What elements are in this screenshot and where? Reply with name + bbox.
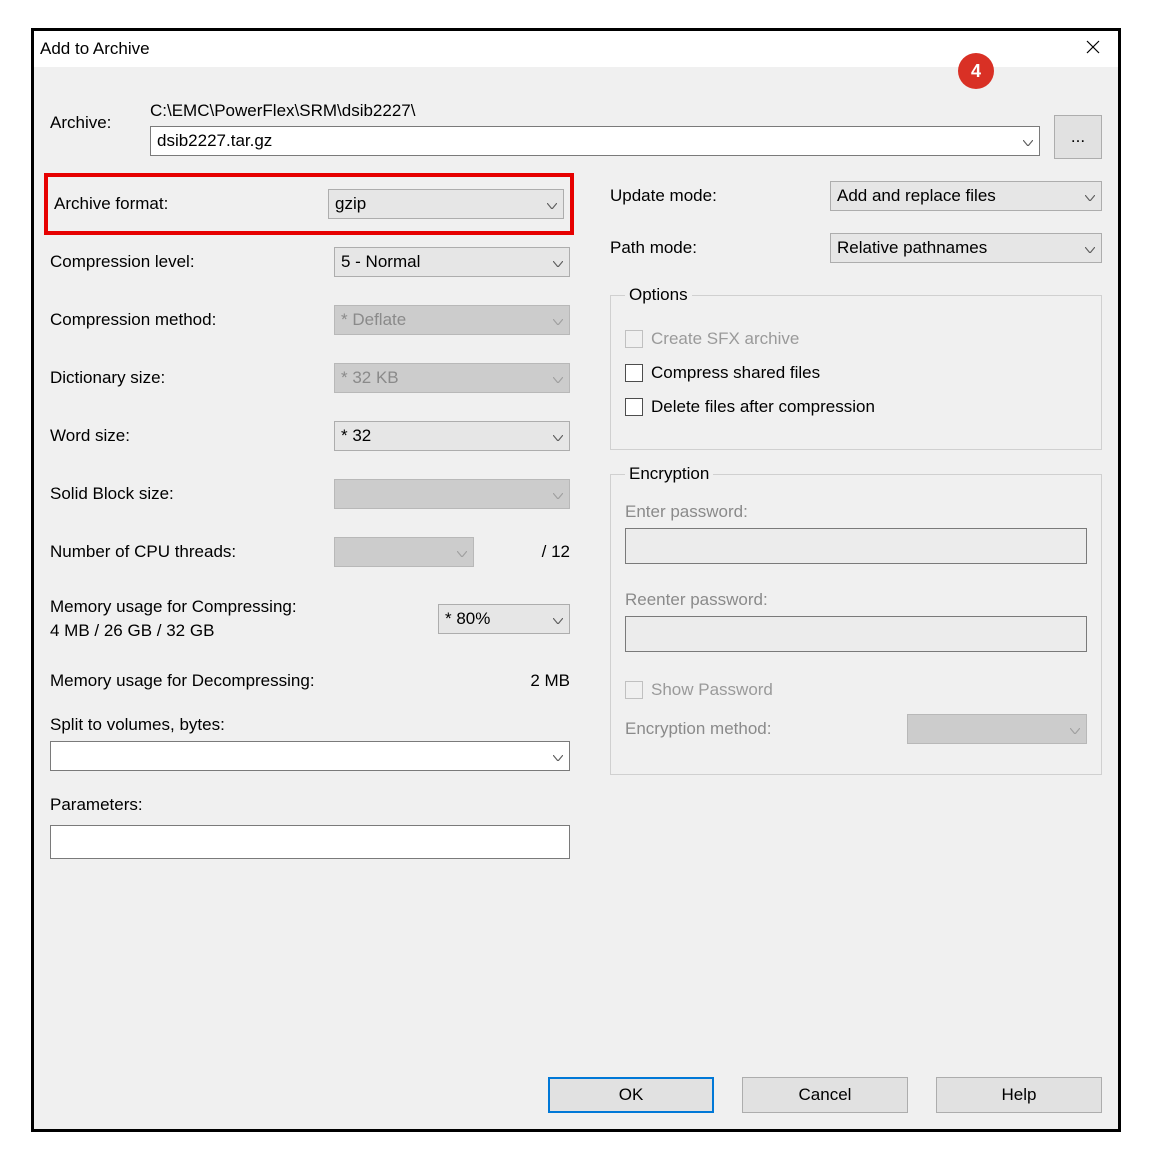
- chevron-down-icon: [553, 484, 563, 504]
- word-size-value: * 32: [341, 426, 563, 446]
- archive-format-combo[interactable]: gzip: [328, 189, 564, 219]
- cpu-threads-combo[interactable]: [334, 537, 474, 567]
- archive-format-label: Archive format:: [54, 194, 328, 214]
- compression-level-combo[interactable]: 5 - Normal: [334, 247, 570, 277]
- delete-label: Delete files after compression: [651, 397, 875, 417]
- content: Archive: C:\EMC\PowerFlex\SRM\dsib2227\ …: [34, 67, 1118, 859]
- browse-button[interactable]: ...: [1054, 115, 1102, 159]
- encryption-method-label: Encryption method:: [625, 719, 907, 739]
- cpu-threads-label: Number of CPU threads:: [50, 542, 334, 562]
- path-mode-value: Relative pathnames: [837, 238, 1095, 258]
- compression-method-combo[interactable]: * Deflate: [334, 305, 570, 335]
- compression-level-label: Compression level:: [50, 252, 334, 272]
- callout-badge: 4: [958, 53, 994, 89]
- chevron-down-icon: [553, 746, 563, 766]
- shared-label: Compress shared files: [651, 363, 820, 383]
- window-title: Add to Archive: [40, 39, 150, 59]
- archive-filename: dsib2227.tar.gz: [157, 131, 1033, 151]
- split-volumes-label: Split to volumes, bytes:: [50, 715, 570, 735]
- compression-method-label: Compression method:: [50, 310, 334, 330]
- mem-decompress-value: 2 MB: [510, 671, 570, 691]
- reenter-password-input[interactable]: [625, 616, 1087, 652]
- word-size-combo[interactable]: * 32: [334, 421, 570, 451]
- highlight-archive-format: Archive format: gzip: [44, 173, 574, 235]
- close-icon: [1086, 39, 1100, 59]
- left-column: Archive format: gzip Compression level:: [50, 169, 570, 859]
- path-mode-combo[interactable]: Relative pathnames: [830, 233, 1102, 263]
- compression-level-value: 5 - Normal: [341, 252, 563, 272]
- archive-filename-combo[interactable]: dsib2227.tar.gz: [150, 126, 1040, 156]
- sfx-checkbox: [625, 330, 643, 348]
- ok-button[interactable]: OK: [548, 1077, 714, 1113]
- sfx-label: Create SFX archive: [651, 329, 799, 349]
- word-size-label: Word size:: [50, 426, 334, 446]
- sfx-checkbox-row: Create SFX archive: [625, 329, 1087, 349]
- options-legend: Options: [625, 285, 692, 305]
- encryption-method-combo: [907, 714, 1087, 744]
- enter-password-input[interactable]: [625, 528, 1087, 564]
- shared-checkbox-row[interactable]: Compress shared files: [625, 363, 1087, 383]
- dialog-buttons: OK Cancel Help: [548, 1077, 1102, 1113]
- close-button[interactable]: [1068, 31, 1118, 67]
- archive-row: Archive: C:\EMC\PowerFlex\SRM\dsib2227\ …: [50, 101, 1102, 159]
- encryption-group: Encryption Enter password: Reenter passw…: [610, 464, 1102, 775]
- mem-decompress-label: Memory usage for Decompressing:: [50, 671, 500, 691]
- dialog-window: Add to Archive 4 Archive: C:\EMC\PowerFl…: [31, 28, 1121, 1132]
- compression-method-value: * Deflate: [341, 310, 563, 330]
- parameters-input[interactable]: [50, 825, 570, 859]
- delete-checkbox-row[interactable]: Delete files after compression: [625, 397, 1087, 417]
- right-column: Update mode: Add and replace files Path …: [610, 169, 1102, 859]
- update-mode-value: Add and replace files: [837, 186, 1095, 206]
- parameters-label: Parameters:: [50, 795, 570, 815]
- solid-block-combo[interactable]: [334, 479, 570, 509]
- enter-password-label: Enter password:: [625, 502, 1087, 522]
- delete-checkbox[interactable]: [625, 398, 643, 416]
- dictionary-size-label: Dictionary size:: [50, 368, 334, 388]
- path-mode-label: Path mode:: [610, 238, 830, 258]
- shared-checkbox[interactable]: [625, 364, 643, 382]
- mem-compress-combo[interactable]: * 80%: [438, 604, 570, 634]
- show-password-row: Show Password: [625, 680, 1087, 700]
- update-mode-combo[interactable]: Add and replace files: [830, 181, 1102, 211]
- archive-label: Archive:: [50, 101, 138, 133]
- titlebar: Add to Archive: [34, 31, 1118, 67]
- show-password-label: Show Password: [651, 680, 773, 700]
- mem-compress-sub: 4 MB / 26 GB / 32 GB: [50, 621, 428, 641]
- reenter-password-label: Reenter password:: [625, 590, 1087, 610]
- cancel-button[interactable]: Cancel: [742, 1077, 908, 1113]
- solid-block-label: Solid Block size:: [50, 484, 334, 504]
- mem-compress-label: Memory usage for Compressing:: [50, 597, 428, 617]
- chevron-down-icon: [457, 542, 467, 562]
- archive-path: C:\EMC\PowerFlex\SRM\dsib2227\: [150, 101, 1102, 121]
- split-volumes-combo[interactable]: [50, 741, 570, 771]
- update-mode-label: Update mode:: [610, 186, 830, 206]
- options-group: Options Create SFX archive Compress shar…: [610, 285, 1102, 450]
- chevron-down-icon: [1070, 719, 1080, 739]
- mem-compress-value: * 80%: [445, 609, 563, 629]
- help-button[interactable]: Help: [936, 1077, 1102, 1113]
- dictionary-size-combo[interactable]: * 32 KB: [334, 363, 570, 393]
- encryption-legend: Encryption: [625, 464, 713, 484]
- show-password-checkbox: [625, 681, 643, 699]
- dictionary-size-value: * 32 KB: [341, 368, 563, 388]
- archive-format-value: gzip: [335, 194, 557, 214]
- cpu-threads-total: / 12: [542, 542, 570, 562]
